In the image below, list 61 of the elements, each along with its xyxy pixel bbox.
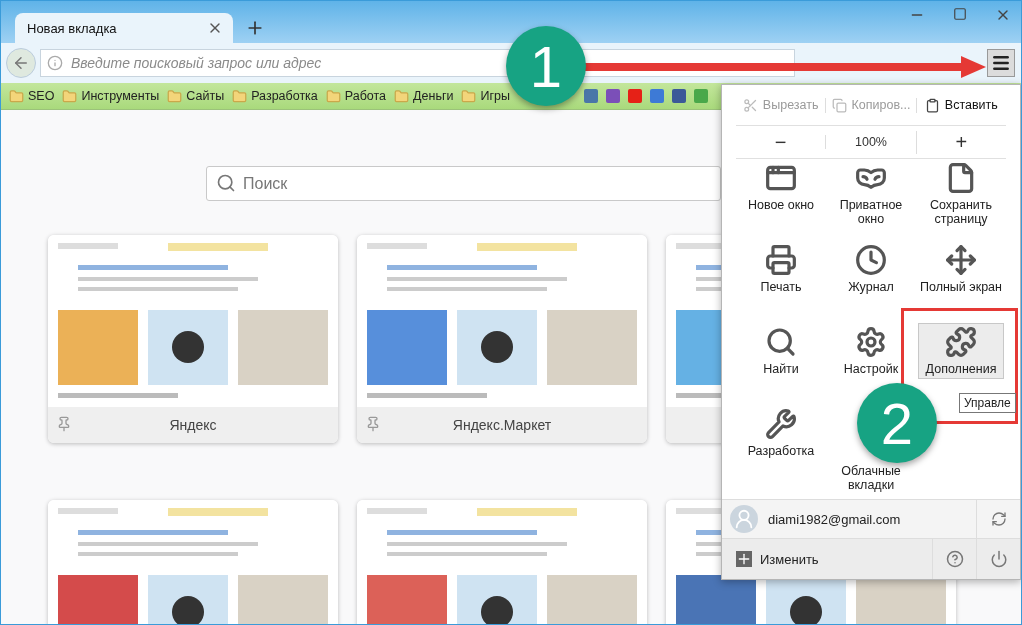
scissors-icon (742, 97, 758, 113)
menu-item[interactable]: Найти (738, 323, 824, 380)
bookmark-folder[interactable]: Работа (344, 89, 387, 103)
search-icon (216, 173, 236, 193)
wrench-icon (765, 408, 797, 440)
search-field[interactable]: Поиск (206, 166, 721, 201)
menu-item[interactable]: Разработка (738, 405, 824, 462)
bookmark-folder[interactable]: SEO (28, 89, 55, 103)
bookmark-folder[interactable]: Инструменты (81, 89, 160, 103)
tile-title: Яндекс (169, 417, 217, 433)
info-icon[interactable] (47, 55, 63, 71)
menu-icon (991, 53, 1011, 73)
search-icon (765, 326, 797, 358)
sync-icon (990, 511, 1007, 527)
puzzle-icon (945, 326, 977, 358)
power-icon (989, 550, 1008, 568)
bookmark-folder[interactable]: Разработка (251, 89, 318, 103)
folder-icon (62, 88, 78, 104)
folder-icon (232, 88, 248, 104)
bookmark-folder[interactable]: Деньги (413, 89, 454, 103)
menu-item[interactable]: Приватное окно (828, 159, 914, 230)
folder-icon (9, 88, 24, 104)
folder-icon (394, 88, 410, 104)
menu-item[interactable]: Сохранить страницу (918, 159, 1004, 230)
site-icon[interactable] (649, 89, 664, 103)
folder-icon (325, 88, 341, 104)
tile-title: Яндекс.Маркет (452, 417, 552, 433)
folder-icon (461, 88, 477, 104)
back-button[interactable] (6, 48, 36, 78)
plus-icon (736, 551, 752, 567)
clock-icon (855, 244, 887, 276)
menu-item[interactable]: Настройк (828, 323, 914, 380)
menu-item[interactable]: Журнал (828, 241, 914, 298)
site-icon[interactable] (627, 89, 642, 103)
pin-icon[interactable] (56, 416, 72, 432)
zoom-level-button[interactable]: 100% (825, 135, 916, 149)
edit-button[interactable]: Вставить (915, 97, 1006, 113)
menu-item[interactable]: Печать (738, 241, 824, 298)
site-icon[interactable] (671, 89, 686, 103)
menu-item[interactable]: Дополнения (918, 323, 1004, 380)
menu-item[interactable]: Новое окно (738, 159, 824, 216)
zoom-in-button[interactable]: + (915, 130, 1006, 154)
site-icon[interactable] (583, 89, 598, 103)
help-icon (945, 550, 964, 568)
folder-icon (167, 88, 183, 104)
arrows-icon (945, 244, 977, 276)
zoom-out-button[interactable]: − (736, 130, 826, 154)
printer-icon (765, 244, 797, 276)
site-icon[interactable] (605, 89, 620, 103)
pin-icon[interactable] (365, 416, 381, 432)
menu-item[interactable]: Полный экран (918, 241, 1004, 298)
clipboard-icon (924, 97, 940, 113)
menu-item[interactable]: Облачные вкладки (828, 461, 914, 496)
tooltip: Управле (959, 393, 1016, 413)
maximize-icon[interactable] (953, 7, 967, 21)
site-icon[interactable] (693, 89, 708, 103)
menu-button[interactable] (987, 49, 1015, 77)
browser-tab[interactable]: Новая вкладка (15, 13, 233, 43)
bookmark-folder[interactable]: Сайты (186, 89, 225, 103)
settings-icon (855, 326, 887, 358)
copy-icon (831, 97, 847, 113)
